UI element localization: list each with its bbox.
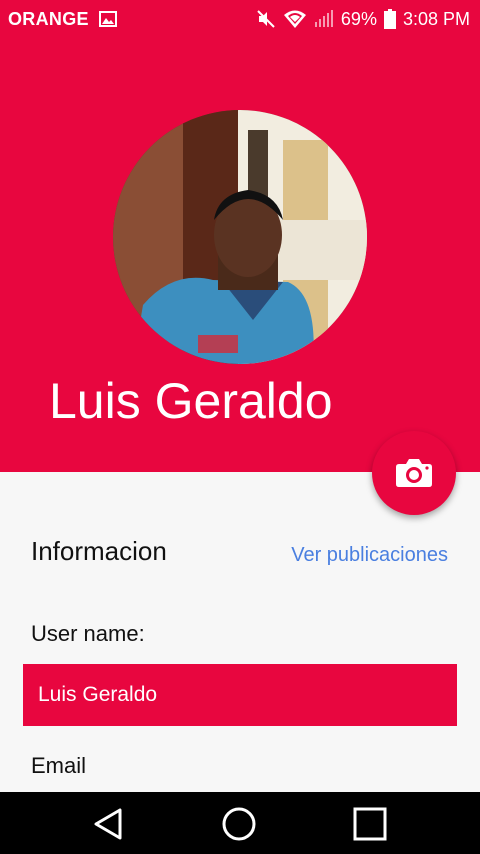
- username-field[interactable]: Luis Geraldo: [23, 664, 457, 726]
- home-button[interactable]: [221, 806, 257, 842]
- email-label: Email: [31, 753, 87, 778]
- ver-publicaciones-link[interactable]: Ver publicaciones: [291, 544, 448, 567]
- recents-button[interactable]: [352, 806, 388, 842]
- username-value: Luis Geraldo: [38, 683, 158, 706]
- navigation-bar: [0, 792, 480, 854]
- home-icon: [222, 807, 256, 841]
- section-title: Informacion: [31, 536, 167, 566]
- back-icon: [94, 808, 122, 840]
- profile-screen: ORANGE 69% 3:08 PM Luis Geraldo Informac…: [0, 0, 480, 854]
- back-button[interactable]: [90, 806, 126, 842]
- mute-icon: [256, 9, 276, 29]
- battery-percent: 69%: [340, 8, 377, 29]
- avatar[interactable]: [113, 110, 367, 364]
- clock: 3:08 PM: [402, 8, 470, 29]
- signal-icon: [314, 9, 334, 29]
- image-notification-icon: [98, 11, 117, 27]
- status-bar: ORANGE 69% 3:08 PM: [0, 0, 480, 38]
- profile-name: Luis Geraldo: [49, 373, 333, 429]
- recents-icon: [353, 807, 387, 841]
- battery-icon: [383, 9, 396, 29]
- profile-photo: [113, 110, 367, 364]
- username-label: User name:: [31, 621, 145, 646]
- info-section: Informacion Ver publicaciones User name:…: [0, 472, 480, 792]
- wifi-icon: [283, 9, 307, 29]
- carrier-label: ORANGE: [8, 8, 89, 29]
- profile-header: Luis Geraldo: [0, 38, 480, 472]
